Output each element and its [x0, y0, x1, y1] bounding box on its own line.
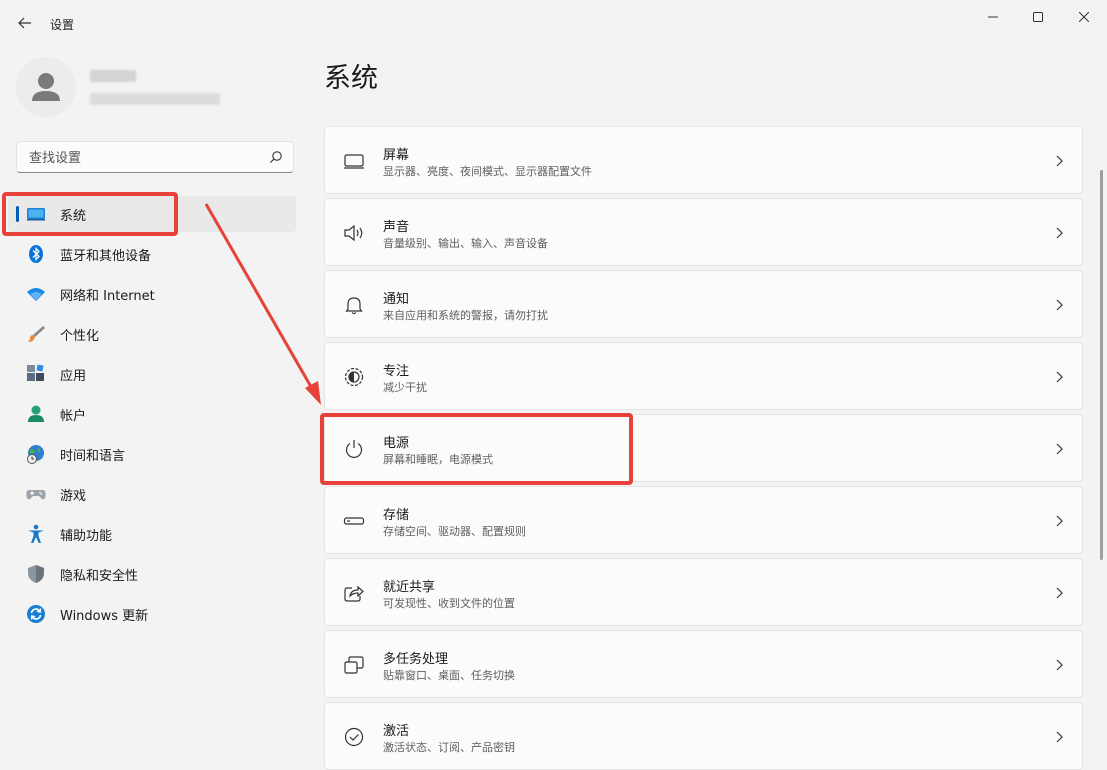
person-icon: [32, 73, 60, 101]
sidebar-item-label: 个性化: [60, 329, 100, 344]
sidebar-item-label: 蓝牙和其他设备: [60, 249, 152, 264]
title-bar: 设置: [0, 0, 1107, 48]
sidebar-item-accessibility[interactable]: 辅助功能: [8, 516, 296, 552]
minimize-icon[interactable]: [978, 6, 1008, 28]
sidebar-item-privacy[interactable]: 隐私和安全性: [8, 556, 296, 592]
sidebar-item-gaming[interactable]: 游戏: [8, 476, 296, 512]
sidebar-item-label: 游戏: [60, 489, 87, 504]
card-storage[interactable]: 存储 存储空间、驱动器、配置规则: [324, 486, 1083, 554]
card-title: 就近共享: [383, 580, 436, 595]
search-input[interactable]: [27, 148, 261, 168]
sidebar-item-apps[interactable]: 应用: [8, 356, 296, 392]
card-title: 多任务处理: [383, 652, 449, 667]
maximize-icon[interactable]: [1023, 6, 1053, 28]
focus-icon: [344, 367, 364, 387]
highlight-box-power: [320, 413, 633, 485]
search-icon[interactable]: [269, 150, 283, 164]
card-title: 屏幕: [383, 148, 410, 163]
chevron-right-icon: [1056, 515, 1063, 527]
card-title: 存储: [383, 508, 410, 523]
card-subtitle: 音量级别、输出、输入、声音设备: [383, 237, 548, 250]
card-title: 通知: [383, 292, 410, 307]
accessibility-icon: [28, 524, 44, 543]
search-box[interactable]: [16, 141, 294, 173]
card-sound[interactable]: 声音 音量级别、输出、输入、声音设备: [324, 198, 1083, 266]
sidebar-item-label: 隐私和安全性: [60, 569, 139, 584]
update-icon: [27, 605, 45, 623]
sidebar-item-windows-update[interactable]: Windows 更新: [8, 596, 296, 632]
scrollbar[interactable]: [1100, 170, 1103, 560]
chevron-right-icon: [1056, 659, 1063, 671]
card-subtitle: 显示器、亮度、夜间模式、显示器配置文件: [383, 165, 592, 178]
globe-clock-icon: [27, 445, 44, 464]
avatar[interactable]: [16, 57, 76, 117]
speaker-icon: [344, 224, 363, 242]
card-display[interactable]: 屏幕 显示器、亮度、夜间模式、显示器配置文件: [324, 126, 1083, 194]
sidebar-item-network[interactable]: 网络和 Internet: [8, 276, 296, 312]
bell-icon: [345, 297, 363, 315]
sidebar-item-label: 网络和 Internet: [60, 289, 155, 304]
share-icon: [344, 585, 364, 602]
card-activation[interactable]: 激活 激活状态、订阅、产品密钥: [324, 702, 1083, 770]
sidebar-item-label: 辅助功能: [60, 529, 113, 544]
chevron-right-icon: [1056, 227, 1063, 239]
storage-icon: [343, 517, 365, 525]
gamepad-icon: [26, 490, 46, 500]
card-title: 专注: [383, 364, 410, 379]
monitor-icon: [344, 154, 364, 169]
highlight-box-system: [2, 192, 178, 236]
window-title: 设置: [50, 18, 75, 32]
sidebar-item-accounts[interactable]: 帐户: [8, 396, 296, 432]
card-multitasking[interactable]: 多任务处理 贴靠窗口、桌面、任务切换: [324, 630, 1083, 698]
card-focus[interactable]: 专注 减少干扰: [324, 342, 1083, 410]
close-icon[interactable]: [1069, 6, 1099, 28]
sidebar-item-time-language[interactable]: 时间和语言: [8, 436, 296, 472]
card-subtitle: 减少干扰: [383, 381, 427, 394]
card-subtitle: 来自应用和系统的警报，请勿打扰: [383, 309, 548, 322]
card-title: 声音: [383, 220, 410, 235]
blurred-user-name: [90, 70, 136, 82]
multitask-icon: [344, 656, 364, 674]
card-subtitle: 贴靠窗口、桌面、任务切换: [383, 669, 515, 682]
back-arrow-icon[interactable]: [14, 12, 36, 34]
sidebar-item-label: 时间和语言: [60, 449, 126, 464]
bluetooth-icon: [29, 245, 43, 263]
sidebar-item-label: 帐户: [60, 409, 87, 424]
chevron-right-icon: [1056, 443, 1063, 455]
check-circle-icon: [344, 727, 364, 747]
chevron-right-icon: [1056, 155, 1063, 167]
blurred-user-email: [90, 93, 220, 105]
wifi-icon: [27, 288, 45, 301]
card-subtitle: 激活状态、订阅、产品密钥: [383, 741, 515, 754]
card-title: 激活: [383, 724, 410, 739]
card-notifications[interactable]: 通知 来自应用和系统的警报，请勿打扰: [324, 270, 1083, 338]
card-nearby-sharing[interactable]: 就近共享 可发现性、收到文件的位置: [324, 558, 1083, 626]
card-subtitle: 可发现性、收到文件的位置: [383, 597, 515, 610]
sidebar-item-label: Windows 更新: [60, 609, 149, 624]
chevron-right-icon: [1056, 587, 1063, 599]
chevron-right-icon: [1056, 371, 1063, 383]
card-subtitle: 存储空间、驱动器、配置规则: [383, 525, 526, 538]
apps-icon: [27, 364, 44, 381]
chevron-right-icon: [1056, 299, 1063, 311]
account-icon: [28, 405, 44, 422]
sidebar-item-bluetooth[interactable]: 蓝牙和其他设备: [8, 236, 296, 272]
page-title: 系统: [324, 63, 378, 94]
brush-icon: [28, 326, 45, 342]
sidebar-item-label: 应用: [60, 369, 87, 384]
sidebar-item-personalization[interactable]: 个性化: [8, 316, 296, 352]
chevron-right-icon: [1056, 731, 1063, 743]
shield-icon: [28, 565, 44, 583]
